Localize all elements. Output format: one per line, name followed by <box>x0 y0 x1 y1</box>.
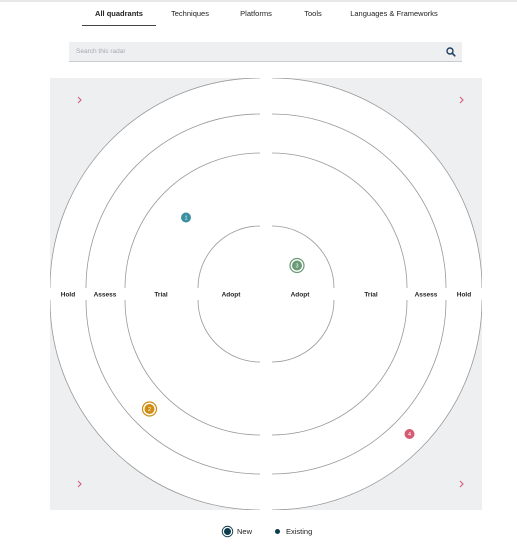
svg-text:4: 4 <box>408 432 411 438</box>
ring-label-hold: Hold <box>457 292 471 299</box>
ring-label-adopt: Adopt <box>291 292 311 299</box>
ring-label-assess: Assess <box>415 292 438 299</box>
legend-new: New <box>224 526 252 538</box>
svg-text:3: 3 <box>295 264 298 270</box>
legend-existing-label: Existing <box>286 527 313 536</box>
ring-label-trial: Trial <box>154 292 168 299</box>
radar-chart: Hold Assess Trial Adopt Adopt Trial Asse… <box>50 78 482 510</box>
existing-blip-icon <box>275 529 280 534</box>
legend-existing: Existing <box>275 526 312 538</box>
blip-1[interactable]: 1 <box>181 212 191 223</box>
ring-label-adopt: Adopt <box>222 292 242 299</box>
svg-text:1: 1 <box>184 216 187 222</box>
ring-label-assess: Assess <box>94 292 117 299</box>
svg-text:2: 2 <box>148 407 151 413</box>
ring-label-hold: Hold <box>61 292 75 299</box>
new-blip-icon <box>224 528 231 535</box>
blip-4[interactable]: 4 <box>404 429 415 439</box>
blip-2[interactable]: 2 <box>141 401 158 417</box>
legend-new-label: New <box>237 527 253 536</box>
ring-label-trial: Trial <box>364 292 378 299</box>
blip-3[interactable]: 3 <box>289 257 305 274</box>
